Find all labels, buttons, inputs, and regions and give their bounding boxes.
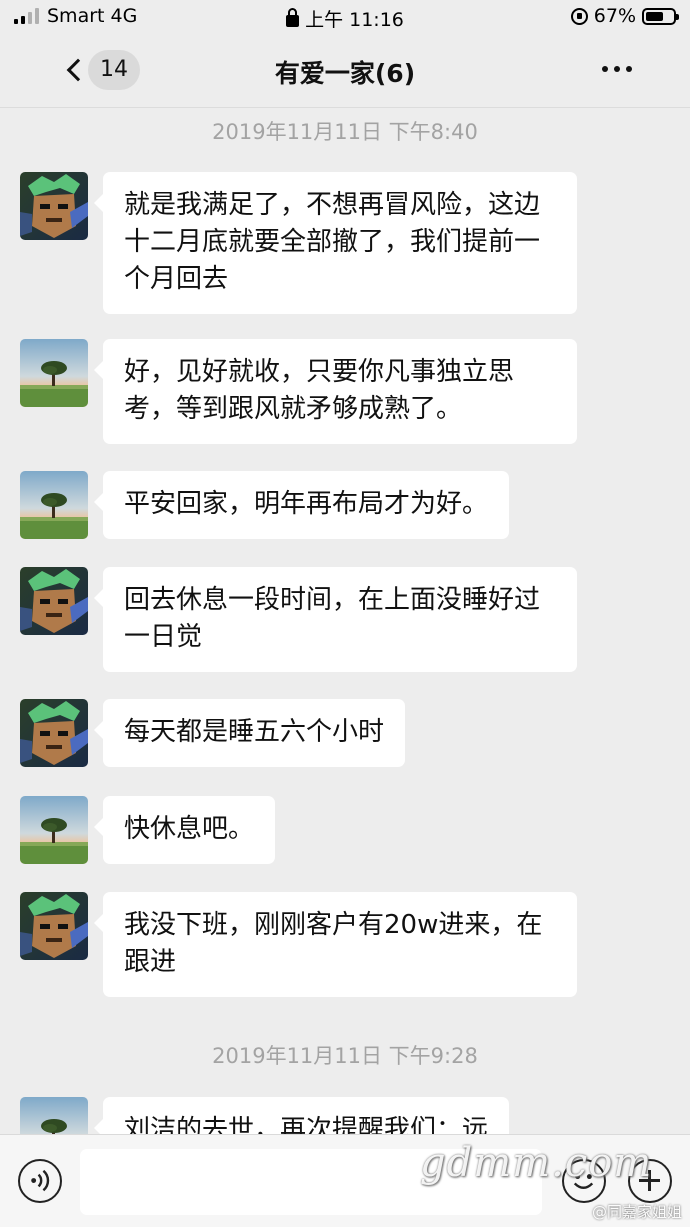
voice-icon (31, 1169, 50, 1192)
chat-title: 有爱一家(6) (274, 59, 416, 88)
timestamp: 2019年11月11日 下午8:40 (212, 120, 478, 144)
avatar[interactable] (20, 1097, 88, 1134)
message-bubble[interactable]: 就是我满足了，不想再冒风险，这边十二月底就要全部撤了，我们提前一个月回去 (94, 172, 577, 314)
message-bubble[interactable]: 每天都是睡五六个小时 (93, 699, 406, 767)
battery-icon (642, 7, 679, 25)
voice-button[interactable] (18, 1159, 62, 1203)
avatar[interactable] (20, 699, 88, 767)
status-bar: Smart 4G 上午 11:16 67% (0, 0, 690, 34)
more-options-button[interactable] (602, 66, 632, 72)
avatar[interactable] (20, 471, 88, 539)
time-label: 上午 11:16 (305, 9, 404, 31)
avatar[interactable] (20, 892, 88, 960)
timestamp: 2019年11月11日 下午9:28 (212, 1044, 478, 1068)
status-right: 67% (570, 5, 679, 27)
battery-percent: 67% (593, 5, 636, 27)
nav-bar: 14 有爱一家(6) (0, 34, 690, 108)
lock-icon (286, 8, 300, 27)
message-bubble[interactable]: 回去休息一段时间，在上面没睡好过一日觉 (94, 567, 577, 672)
message-bubble[interactable]: 我没下班，刚刚客户有20w进来，在跟进 (94, 892, 577, 997)
avatar[interactable] (20, 567, 88, 635)
message-bubble[interactable]: 刘洁的去世，再次提醒我们：远 (93, 1097, 510, 1134)
rotation-lock-icon (570, 7, 588, 25)
avatar[interactable] (20, 172, 88, 240)
avatar[interactable] (20, 796, 88, 864)
message-bubble[interactable]: 快休息吧。 (93, 796, 276, 864)
message-bubble[interactable]: 平安回家，明年再布局才为好。 (93, 471, 510, 539)
message-bubble[interactable]: 好，见好就收，只要你凡事独立思考，等到跟风就矛够成熟了。 (94, 339, 577, 444)
message-list[interactable]: 2019年11月11日 下午8:40 就是我满足了，不想再冒风险，这边十二月底就… (0, 108, 690, 1134)
watermark: gdmm.com (420, 1140, 653, 1186)
avatar[interactable] (20, 339, 88, 407)
watermark-source: @同嘉家姐姐 (591, 1203, 682, 1221)
